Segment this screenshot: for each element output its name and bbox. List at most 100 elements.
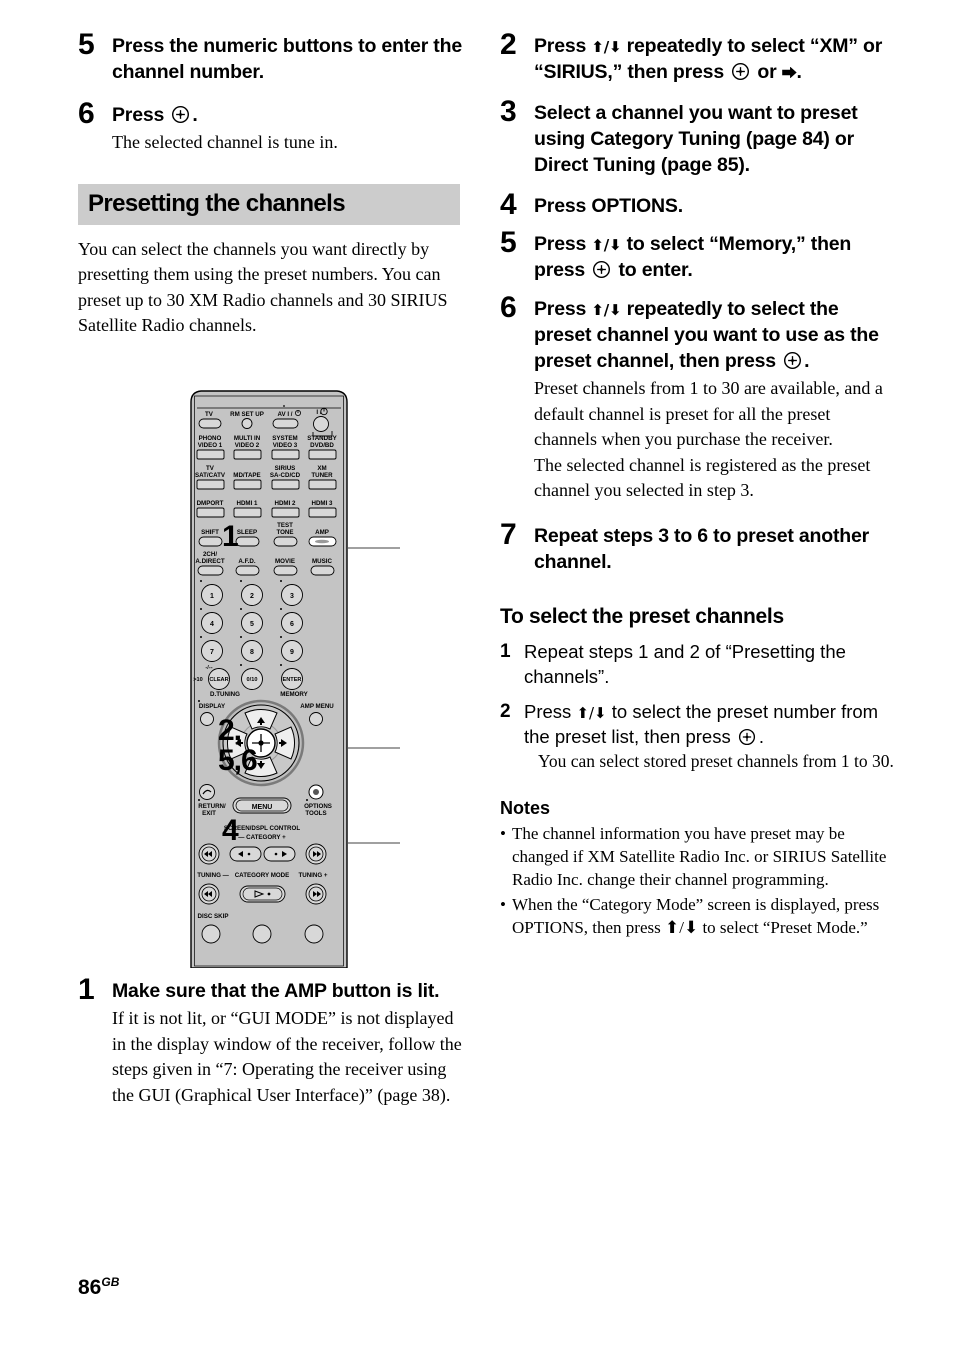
text-fragment: . — [758, 725, 764, 747]
svg-text:OPTIONS: OPTIONS — [304, 803, 332, 810]
enter-button-icon — [738, 727, 757, 746]
note-item: • When the “Category Mode” screen is dis… — [500, 893, 895, 939]
svg-text:TUNING —: TUNING — — [197, 872, 229, 879]
text-fragment: Press — [534, 35, 592, 57]
svg-text:ENTER: ENTER — [283, 677, 302, 683]
step-content: Press the numeric buttons to enter the c… — [112, 30, 468, 85]
svg-text:DVD/BD: DVD/BD — [310, 442, 334, 449]
svg-text:2: 2 — [250, 593, 254, 600]
svg-text:7: 7 — [210, 649, 214, 656]
step-5-right: 5 Press ⬆/⬇ to select “Memory,” then pre… — [500, 228, 895, 283]
substep-note: You can select stored preset channels fr… — [538, 750, 894, 771]
svg-text:DMPORT: DMPORT — [197, 500, 224, 507]
callout-label-1: 1 — [222, 520, 239, 553]
up-down-arrow-icon: ⬆/⬇ — [591, 236, 622, 254]
svg-text:1: 1 — [210, 593, 214, 600]
section-title: Presetting the channels — [88, 189, 346, 217]
step-heading: Press . — [112, 102, 468, 128]
svg-text:XM: XM — [317, 465, 326, 472]
svg-text:MD/TAPE: MD/TAPE — [233, 472, 260, 479]
svg-text:9: 9 — [290, 649, 294, 656]
substep-number: 2 — [500, 700, 511, 722]
notes-title: Notes — [500, 797, 551, 818]
page-number: 86 — [78, 1276, 102, 1299]
enter-button-icon — [783, 351, 802, 370]
step-content: Press . The selected channel is tune in. — [112, 99, 468, 156]
svg-text:CATEGORY MODE: CATEGORY MODE — [235, 872, 290, 879]
text-fragment: to enter. — [613, 259, 693, 281]
svg-text:SIRIUS: SIRIUS — [275, 465, 296, 472]
substep-2: 2 Press ⬆/⬇ to select the preset number … — [500, 699, 895, 774]
svg-text:CLEAR: CLEAR — [209, 677, 228, 683]
svg-text:EXIT: EXIT — [202, 810, 216, 817]
svg-text:STANDBY: STANDBY — [307, 435, 337, 442]
step-number: 4 — [500, 188, 517, 221]
step-6-right: 6 Press ⬆/⬇ repeatedly to select the pre… — [500, 293, 895, 504]
step-heading: Press ⬆/⬇ to select “Memory,” then press… — [534, 231, 895, 283]
bullet-icon: • — [500, 823, 506, 843]
remote-control-illustration: .lbl { font-family: "Liberation Sans", s… — [190, 390, 348, 968]
step-content: Repeat steps 3 to 6 to preset another ch… — [534, 520, 895, 575]
svg-text:>10: >10 — [193, 677, 203, 683]
section-paragraph: You can select the channels you want dir… — [78, 238, 448, 336]
step-content: Make sure that the AMP button is lit. If… — [112, 975, 468, 1108]
step-3-right: 3 Select a channel you want to preset us… — [500, 97, 895, 178]
subsection-title: To select the preset channels — [500, 604, 784, 628]
svg-text:HDMI 3: HDMI 3 — [312, 500, 334, 507]
step-content: Select a channel you want to preset usin… — [534, 97, 895, 178]
step-content: Press ⬆/⬇ to select “Memory,” then press… — [534, 228, 895, 283]
svg-text:DISPLAY: DISPLAY — [199, 703, 226, 710]
step-note: If it is not lit, or “GUI MODE” is not d… — [112, 1008, 462, 1105]
svg-text:AMP: AMP — [315, 529, 329, 536]
svg-text:SYSTEM: SYSTEM — [272, 435, 297, 442]
svg-text:TV: TV — [205, 411, 214, 418]
up-down-arrow-icon: ⬆/⬇ — [591, 301, 622, 319]
right-column: 2 Press ⬆/⬇ repeatedly to select “XM” or… — [500, 30, 895, 939]
up-down-arrow-icon: ⬆/⬇ — [591, 38, 622, 56]
enter-button-icon — [731, 62, 750, 81]
substep-heading: Repeat steps 1 and 2 of “Presetting the … — [524, 640, 846, 687]
step-note: The selected channel is tune in. — [112, 132, 338, 152]
svg-text:AMP MENU: AMP MENU — [300, 703, 334, 710]
bullet-icon: • — [500, 894, 506, 914]
svg-text:SHIFT: SHIFT — [201, 529, 219, 536]
svg-text:MUSIC: MUSIC — [312, 558, 332, 565]
step-heading: Make sure that the AMP button is lit. — [112, 980, 440, 1002]
region-code: GB — [101, 1275, 120, 1289]
svg-text:SAT/CATV: SAT/CATV — [195, 472, 226, 479]
svg-text:VIDEO 2: VIDEO 2 — [235, 442, 260, 449]
step-number: 6 — [500, 291, 517, 324]
svg-text:D.TUNING: D.TUNING — [210, 691, 240, 698]
step-heading: Repeat steps 3 to 6 to preset another ch… — [534, 524, 870, 573]
svg-text:TONE: TONE — [276, 529, 293, 536]
note-text: The channel information you have preset … — [512, 823, 887, 889]
left-column-final-step: 1 Make sure that the AMP button is lit. … — [78, 975, 468, 1110]
svg-text:RM SET UP: RM SET UP — [230, 411, 264, 418]
step-note: Preset channels from 1 to 30 are availab… — [534, 378, 883, 500]
step-heading-suffix: . — [192, 104, 198, 126]
substep-1: 1 Repeat steps 1 and 2 of “Presetting th… — [500, 639, 895, 689]
substep-heading: Press ⬆/⬇ to select the preset number fr… — [524, 699, 895, 749]
step-number: 5 — [500, 226, 517, 259]
callout-label-4: 4 — [222, 814, 239, 847]
svg-text:VIDEO 3: VIDEO 3 — [273, 442, 298, 449]
note-item: • The channel information you have prese… — [500, 822, 895, 891]
svg-text:MEMORY: MEMORY — [280, 691, 308, 698]
callout-label-2-5-6: 2, 5,6 — [218, 714, 258, 777]
enter-button-icon — [171, 105, 190, 124]
step-1-left: 1 Make sure that the AMP button is lit. … — [78, 975, 468, 1108]
svg-text:0/10: 0/10 — [247, 677, 258, 683]
step-heading-prefix: Press — [112, 104, 165, 126]
step-4-right: 4 Press OPTIONS. — [500, 190, 895, 220]
step-number: 7 — [500, 517, 517, 551]
svg-text:MENU: MENU — [252, 804, 273, 811]
svg-text:SA-CD/CD: SA-CD/CD — [270, 472, 301, 479]
svg-text:PHONO: PHONO — [199, 435, 222, 442]
svg-text:3: 3 — [290, 593, 294, 600]
step-content: Press OPTIONS. — [534, 190, 895, 219]
step-content: Press ⬆/⬇ repeatedly to select “XM” or “… — [534, 30, 895, 85]
step-number: 3 — [500, 95, 517, 128]
svg-text:4: 4 — [210, 621, 214, 628]
amp-button-highlight — [308, 536, 337, 547]
text-fragment: . — [804, 350, 810, 372]
